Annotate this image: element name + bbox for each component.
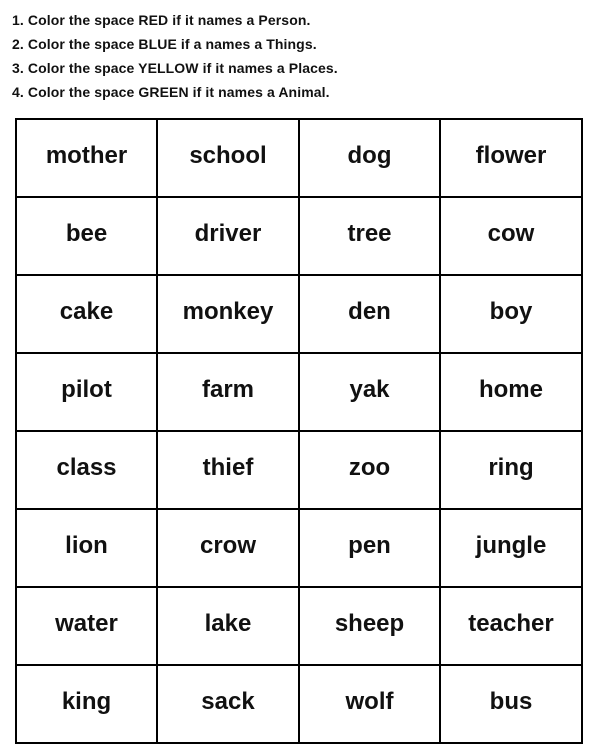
grid-row: cake monkey den boy [15,274,583,354]
word-cell[interactable]: tree [298,196,441,276]
instruction-item: 1. Color the space RED if it names a Per… [12,12,311,28]
word-cell[interactable]: ring [439,430,583,510]
word-cell[interactable]: flower [439,118,583,198]
word-cell[interactable]: dog [298,118,441,198]
grid-row: lion crow pen jungle [15,508,583,588]
word-cell[interactable]: driver [156,196,300,276]
word-cell[interactable]: monkey [156,274,300,354]
word-cell[interactable]: thief [156,430,300,510]
word-cell[interactable]: class [15,430,158,510]
grid-row: pilot farm yak home [15,352,583,432]
word-cell[interactable]: teacher [439,586,583,666]
word-grid: mother school dog flower bee driver tree… [15,118,583,744]
word-cell[interactable]: wolf [298,664,441,744]
word-cell[interactable]: yak [298,352,441,432]
grid-row: class thief zoo ring [15,430,583,510]
word-cell[interactable]: sheep [298,586,441,666]
word-cell[interactable]: boy [439,274,583,354]
word-cell[interactable]: home [439,352,583,432]
instruction-item: 3. Color the space YELLOW if it names a … [12,60,338,76]
word-cell[interactable]: jungle [439,508,583,588]
word-cell[interactable]: lake [156,586,300,666]
word-cell[interactable]: pen [298,508,441,588]
word-cell[interactable]: crow [156,508,300,588]
word-cell[interactable]: pilot [15,352,158,432]
grid-row: water lake sheep teacher [15,586,583,666]
word-cell[interactable]: den [298,274,441,354]
word-cell[interactable]: cow [439,196,583,276]
word-cell[interactable]: farm [156,352,300,432]
word-cell[interactable]: king [15,664,158,744]
grid-row: king sack wolf bus [15,664,583,744]
word-cell[interactable]: bus [439,664,583,744]
word-cell[interactable]: water [15,586,158,666]
word-cell[interactable]: cake [15,274,158,354]
word-cell[interactable]: sack [156,664,300,744]
grid-row: mother school dog flower [15,118,583,198]
grid-row: bee driver tree cow [15,196,583,276]
word-cell[interactable]: zoo [298,430,441,510]
word-cell[interactable]: bee [15,196,158,276]
instruction-item: 4. Color the space GREEN if it names a A… [12,84,330,100]
word-cell[interactable]: school [156,118,300,198]
instruction-item: 2. Color the space BLUE if a names a Thi… [12,36,317,52]
instructions-list: 1. Color the space RED if it names a Per… [12,8,338,104]
word-cell[interactable]: mother [15,118,158,198]
word-cell[interactable]: lion [15,508,158,588]
